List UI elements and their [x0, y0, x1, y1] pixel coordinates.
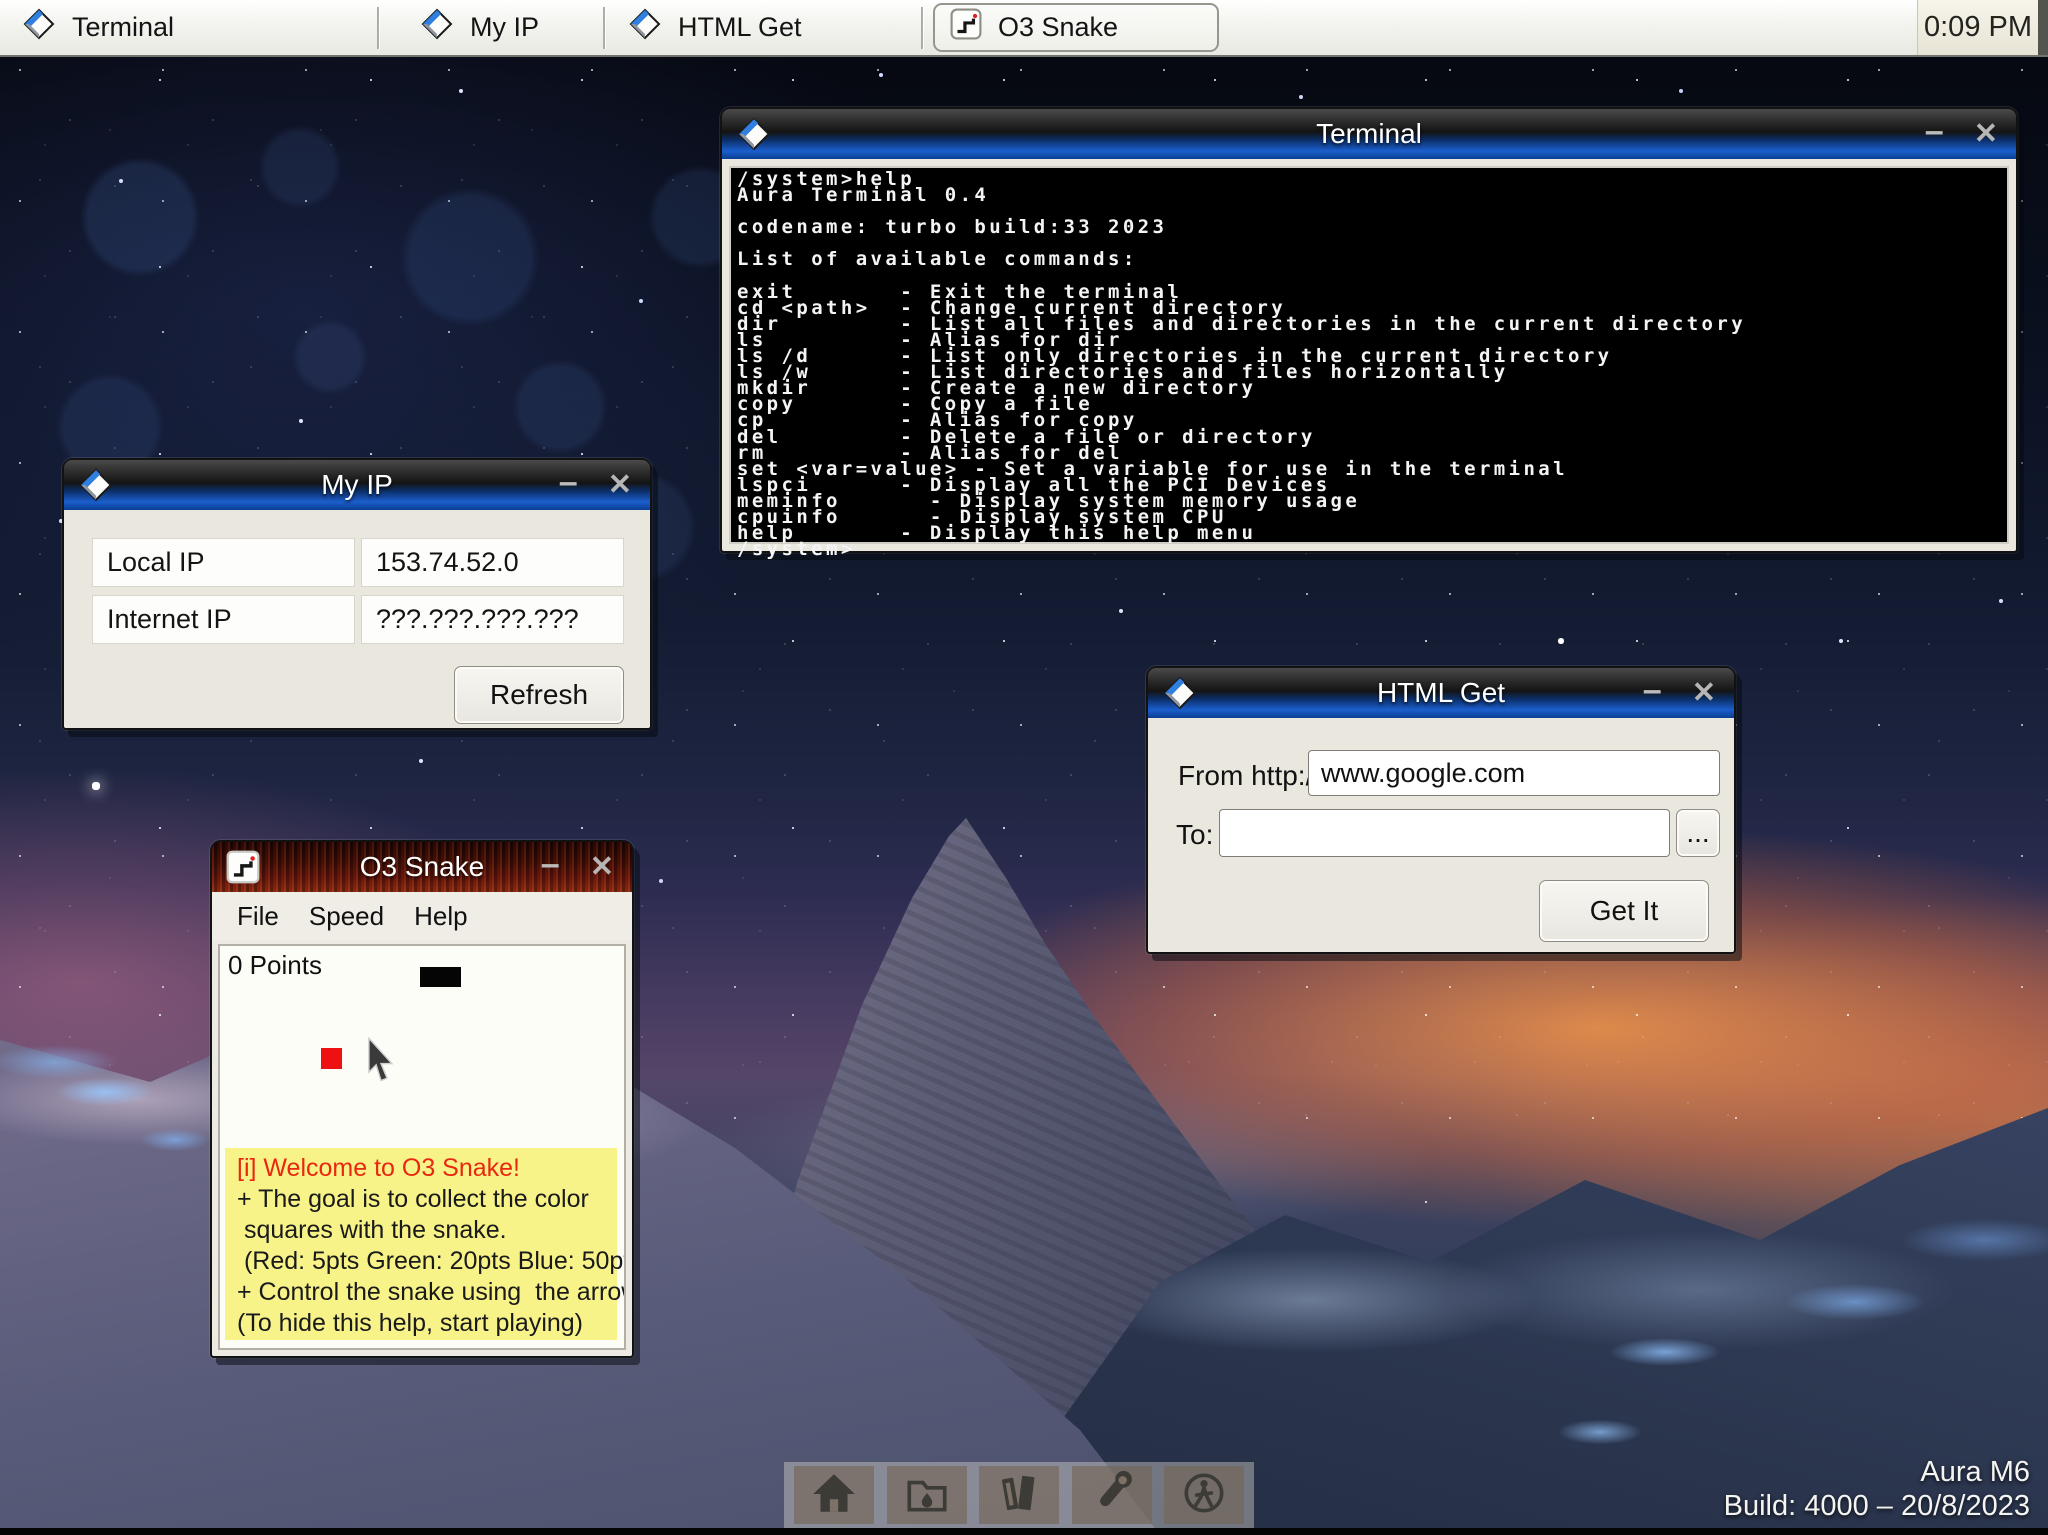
taskbar-tab-label: O3 Snake — [998, 12, 1118, 43]
window-title: Terminal — [722, 118, 2016, 150]
close-icon[interactable]: ✕ — [590, 853, 614, 882]
terminal-body: /system>help Aura Terminal 0.4 codename:… — [722, 159, 2016, 551]
help-line: (Red: 5pts Green: 20pts Blue: 50pts ) — [237, 1246, 605, 1277]
to-label: To: — [1176, 819, 1213, 851]
desktop: Terminal My IP HTML Get O3 Snake 0:09 PM… — [0, 0, 2048, 1535]
taskbar-tab-terminal[interactable]: Terminal — [22, 0, 174, 55]
local-ip-value: 153.74.52.0 — [361, 538, 624, 587]
snake-game-area[interactable]: 0 Points [i] Welcome to O3 Snake! + The … — [218, 944, 626, 1350]
minimize-icon[interactable]: – — [541, 854, 560, 880]
taskbar-tab-htmlget[interactable]: HTML Get — [628, 0, 802, 55]
app-diamond-icon — [420, 7, 454, 48]
menu-help[interactable]: Help — [414, 901, 467, 932]
snake-app-icon — [226, 850, 260, 884]
snake-segment — [420, 967, 461, 987]
score-text: 0 Points — [228, 950, 322, 981]
taskbar-tab-o3snake[interactable]: O3 Snake — [950, 0, 1118, 55]
app-diamond-icon — [736, 116, 772, 152]
close-icon[interactable]: ✕ — [1692, 679, 1716, 708]
terminal-screen[interactable]: /system>help Aura Terminal 0.4 codename:… — [729, 166, 2009, 544]
dock-library-button[interactable] — [979, 1466, 1059, 1524]
internet-ip-value: ???.???.???.??? — [361, 595, 624, 644]
dock — [784, 1462, 1254, 1528]
minimize-icon[interactable]: – — [1925, 121, 1944, 147]
taskbar-clock-panel: 0:09 PM — [1917, 0, 2038, 55]
window-myip: My IP – ✕ Local IP 153.74.52.0 Internet … — [62, 458, 652, 730]
screen-bottom-edge — [0, 1528, 2048, 1535]
local-ip-label: Local IP — [92, 538, 355, 587]
dock-settings-button[interactable] — [1072, 1466, 1152, 1524]
app-diamond-icon — [78, 467, 114, 503]
app-diamond-icon — [22, 7, 56, 48]
window-snake: O3 Snake – ✕ File Speed Help 0 Points [i… — [210, 840, 634, 1358]
help-line: + The goal is to collect the color — [237, 1184, 605, 1215]
terminal-titlebar[interactable]: Terminal – ✕ — [722, 109, 2016, 159]
minimize-icon[interactable]: – — [559, 472, 578, 498]
books-icon — [994, 1468, 1044, 1523]
dock-walker-button[interactable] — [1164, 1466, 1244, 1524]
folder-flame-icon — [902, 1468, 952, 1523]
dock-files-button[interactable] — [887, 1466, 967, 1524]
browse-button[interactable]: ... — [1676, 809, 1720, 857]
help-line: [i] Welcome to O3 Snake! — [237, 1153, 605, 1184]
refresh-button[interactable]: Refresh — [454, 666, 624, 724]
taskbar-tab-label: My IP — [470, 12, 539, 43]
help-line: (To hide this help, start playing) — [237, 1308, 605, 1339]
taskbar: Terminal My IP HTML Get O3 Snake 0:09 PM — [0, 0, 2048, 57]
myip-titlebar[interactable]: My IP – ✕ — [64, 460, 650, 510]
minimize-icon[interactable]: – — [1643, 680, 1662, 706]
snake-body: File Speed Help 0 Points [i] Welcome to … — [212, 892, 632, 1356]
screen-corner — [2038, 0, 2048, 55]
app-diamond-icon — [1162, 675, 1198, 711]
terminal-output: /system>help Aura Terminal 0.4 codename:… — [731, 168, 2007, 560]
snake-app-icon — [950, 8, 982, 47]
htmlget-titlebar[interactable]: HTML Get – ✕ — [1148, 668, 1734, 718]
window-terminal: Terminal – ✕ /system>help Aura Terminal … — [720, 107, 2018, 553]
taskbar-separator — [603, 7, 605, 49]
os-build: Build: 4000 – 20/8/2023 — [1724, 1489, 2030, 1523]
internet-ip-label: Internet IP — [92, 595, 355, 644]
app-diamond-icon — [628, 7, 662, 48]
menu-speed[interactable]: Speed — [309, 901, 384, 932]
from-label: From http:// — [1178, 760, 1321, 792]
taskbar-separator — [921, 7, 923, 49]
myip-body: Local IP 153.74.52.0 Internet IP ???.???… — [64, 510, 650, 728]
food-square-red — [321, 1048, 342, 1069]
help-line: + Control the snake using the arrow keys — [237, 1277, 605, 1308]
clock: 0:09 PM — [1924, 11, 2032, 44]
taskbar-separator — [377, 7, 379, 49]
taskbar-tab-label: HTML Get — [678, 12, 802, 43]
walker-icon — [1179, 1468, 1229, 1523]
close-icon[interactable]: ✕ — [1974, 120, 1998, 149]
close-icon[interactable]: ✕ — [608, 471, 632, 500]
from-url-input[interactable] — [1308, 750, 1720, 796]
get-it-button[interactable]: Get It — [1539, 880, 1709, 942]
menu-file[interactable]: File — [237, 901, 279, 932]
snake-menubar: File Speed Help — [212, 892, 632, 940]
to-path-input[interactable] — [1219, 809, 1670, 857]
snake-titlebar[interactable]: O3 Snake – ✕ — [212, 842, 632, 892]
htmlget-body: From http:// To: ... Get It — [1148, 718, 1734, 952]
snake-help-box: [i] Welcome to O3 Snake! + The goal is t… — [225, 1148, 617, 1340]
os-brand: Aura M6 Build: 4000 – 20/8/2023 — [1724, 1455, 2030, 1523]
dock-home-button[interactable] — [794, 1466, 874, 1524]
os-name: Aura M6 — [1724, 1455, 2030, 1489]
mouse-cursor-icon — [366, 1037, 396, 1088]
home-icon — [809, 1468, 859, 1523]
wrench-icon — [1087, 1468, 1137, 1523]
taskbar-tab-myip[interactable]: My IP — [420, 0, 539, 55]
help-line: squares with the snake. — [237, 1215, 605, 1246]
window-htmlget: HTML Get – ✕ From http:// To: ... Get It — [1146, 666, 1736, 954]
taskbar-tab-label: Terminal — [72, 12, 174, 43]
